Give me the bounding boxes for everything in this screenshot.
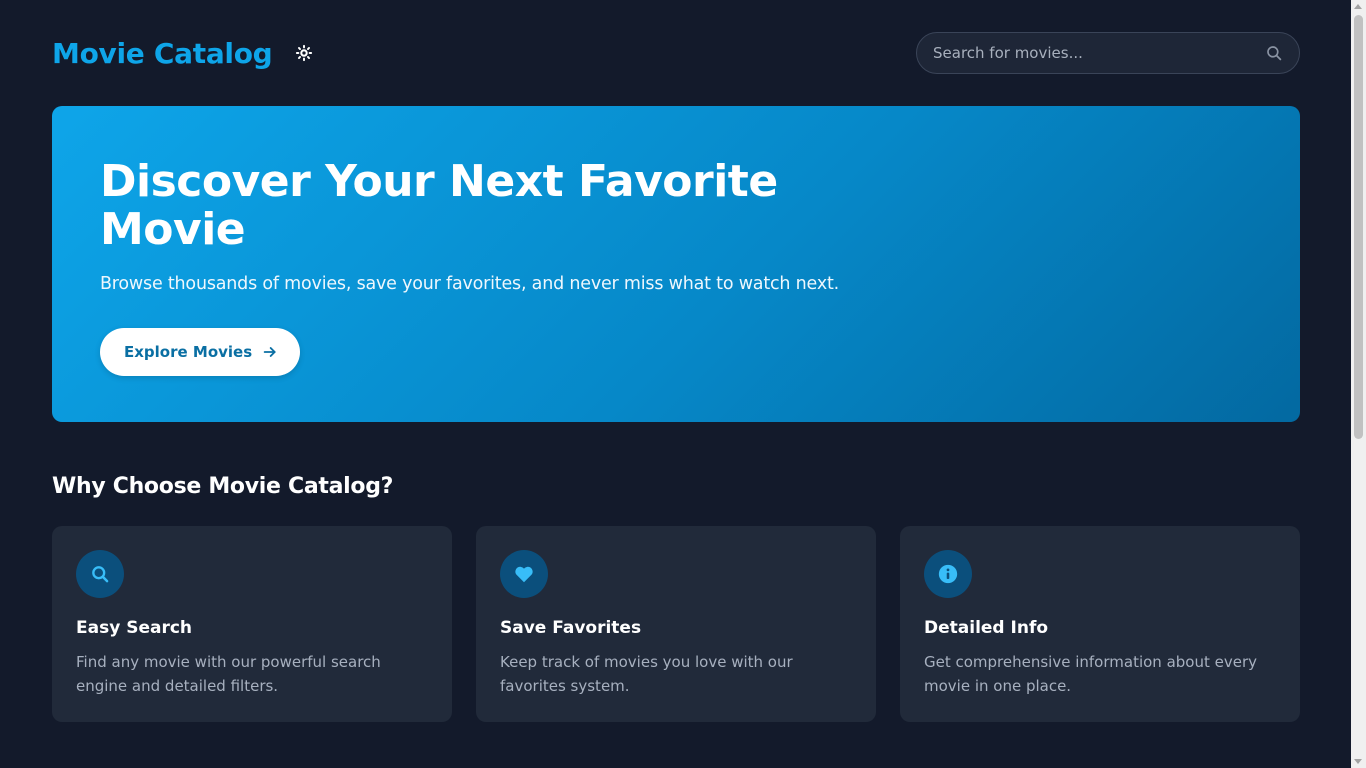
feature-card-title: Save Favorites: [500, 618, 642, 638]
hero-subtitle: Browse thousands of movies, save your fa…: [100, 274, 840, 294]
page-scrollbar[interactable]: [1351, 0, 1366, 768]
feature-card-text: Keep track of movies you love with our f…: [500, 653, 793, 695]
brand-title[interactable]: Movie Catalog: [52, 37, 273, 70]
scroll-up-icon[interactable]: [1354, 4, 1362, 9]
sun-icon: [296, 44, 313, 62]
search-icon: [92, 566, 109, 583]
feature-card-title: Easy Search: [76, 618, 193, 638]
arrow-right-icon: [263, 347, 276, 357]
feature-icon-circle: [76, 550, 124, 598]
search-icon[interactable]: [1265, 44, 1283, 62]
feature-card-text: Find any movie with our powerful search …: [76, 653, 381, 695]
feature-card-detailed-info: Detailed Info Get comprehensive informat…: [900, 526, 1300, 722]
explore-movies-label: Explore Movies: [124, 343, 253, 361]
feature-card-text: Get comprehensive information about ever…: [924, 653, 1257, 695]
feature-card-easy-search: Easy Search Find any movie with our powe…: [52, 526, 452, 722]
hero-title: Discover Your Next Favorite Movie: [100, 156, 778, 255]
brand: Movie Catalog: [52, 37, 314, 70]
feature-icon-circle: [500, 550, 548, 598]
features-section-title: Why Choose Movie Catalog?: [52, 474, 394, 499]
search-bar: [916, 32, 1300, 74]
hero-banner: Discover Your Next Favorite Movie Browse…: [52, 106, 1300, 422]
theme-toggle-button[interactable]: [294, 43, 314, 63]
features-grid: Easy Search Find any movie with our powe…: [52, 526, 1300, 722]
scrollbar-thumb[interactable]: [1354, 15, 1363, 439]
header: Movie Catalog: [52, 32, 1300, 74]
page: Movie Catalog Search for movies... Disco…: [0, 0, 1366, 768]
explore-movies-button[interactable]: Explore Movies: [100, 328, 301, 376]
search-input[interactable]: [917, 33, 1265, 73]
scroll-down-icon[interactable]: [1354, 759, 1362, 764]
feature-card-title: Detailed Info: [924, 618, 1049, 638]
heart-icon: [515, 566, 533, 583]
info-icon: [938, 564, 958, 584]
feature-card-save-favorites: Save Favorites Keep track of movies you …: [476, 526, 876, 722]
feature-icon-circle: [924, 550, 972, 598]
